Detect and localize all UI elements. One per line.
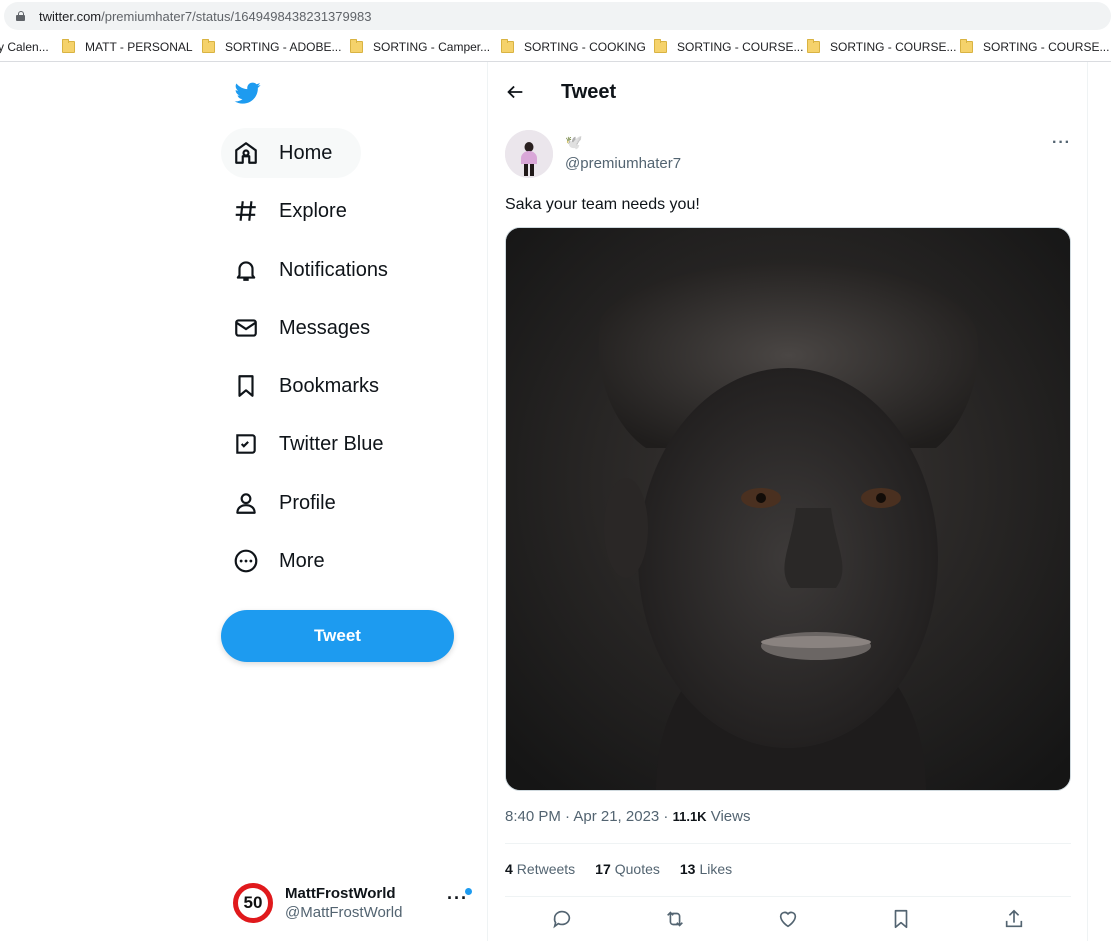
author-avatar[interactable] (505, 130, 553, 178)
tweet-stats: 4 Retweets 17 Quotes 13 Likes (505, 861, 752, 877)
tweet-timestamp[interactable]: 8:40 PM · Apr 21, 2023 · 11.1K Views (505, 808, 751, 825)
sidebar-item-more[interactable]: More (221, 536, 339, 586)
account-handle: @MattFrostWorld (285, 904, 403, 921)
like-icon[interactable] (777, 908, 799, 930)
tweet-actions (505, 908, 1071, 932)
home-icon (233, 140, 259, 166)
reply-icon[interactable] (551, 908, 573, 930)
folder-icon (62, 39, 75, 53)
bookmark-icon (233, 373, 259, 399)
sidebar-item-label: Twitter Blue (279, 432, 384, 455)
url-text[interactable]: twitter.com/premiumhater7/status/1649498… (39, 9, 371, 24)
sidebar-item-bookmarks[interactable]: Bookmarks (221, 361, 393, 411)
more-circle-icon (233, 548, 259, 574)
sidebar-nav: Home Explore Notifications Messages Book… (221, 62, 487, 941)
divider (505, 896, 1071, 897)
person-icon (233, 490, 259, 516)
author-handle[interactable]: @premiumhater7 (565, 155, 681, 172)
sidebar-item-home[interactable]: Home (221, 128, 361, 178)
notification-dot (465, 888, 472, 895)
envelope-icon (233, 315, 259, 341)
folder-icon (960, 39, 973, 53)
twitter-logo-icon[interactable] (233, 80, 263, 106)
sidebar-item-twitter-blue[interactable]: Twitter Blue (221, 419, 397, 469)
folder-icon (807, 39, 820, 53)
likes-stat[interactable]: 13 Likes (680, 861, 732, 877)
column-divider (1087, 62, 1088, 941)
bookmark-folder[interactable]: SORTING - Camper... (350, 39, 490, 54)
lock-icon[interactable] (16, 11, 25, 21)
bookmark-folder[interactable]: SORTING - COURSE... (807, 39, 956, 54)
sidebar-item-profile[interactable]: Profile (221, 478, 350, 528)
address-bar[interactable]: twitter.com/premiumhater7/status/1649498… (4, 2, 1111, 30)
bookmarks-bar: y Calen... MATT - PERSONAL SORTING - ADO… (0, 32, 1111, 62)
bookmark-folder[interactable]: SORTING - COURSE... (654, 39, 803, 54)
account-switcher[interactable]: 50 MattFrostWorld @MattFrostWorld ··· (233, 878, 473, 928)
tweet-button[interactable]: Tweet (221, 610, 454, 662)
bookmark-icon[interactable] (890, 908, 912, 930)
bookmark-folder[interactable]: SORTING - COOKING (501, 39, 646, 54)
display-name[interactable]: 🕊️ (565, 134, 582, 151)
sidebar-item-label: Home (279, 141, 333, 164)
sidebar-item-explore[interactable]: Explore (221, 186, 361, 236)
sidebar-item-label: Messages (279, 316, 371, 339)
retweets-stat[interactable]: 4 Retweets (505, 861, 575, 877)
retweet-icon[interactable] (664, 908, 686, 930)
folder-icon (350, 39, 363, 53)
browser-url-bar: twitter.com/premiumhater7/status/1649498… (0, 0, 1111, 32)
page-title: Tweet (561, 81, 617, 103)
hashtag-icon (233, 198, 259, 224)
sidebar-item-label: Bookmarks (279, 374, 380, 397)
tweet-image[interactable] (505, 227, 1071, 791)
bookmark-folder[interactable]: MATT - PERSONAL (62, 39, 193, 54)
back-arrow-icon[interactable] (504, 81, 526, 103)
account-name: MattFrostWorld (285, 885, 396, 902)
share-icon[interactable] (1003, 908, 1025, 930)
sidebar-item-label: Profile (279, 491, 336, 514)
bell-icon (233, 257, 259, 283)
tweet-detail: Tweet 🕊️ @premiumhater7 ··· Saka your te… (488, 62, 1087, 941)
sidebar-item-messages[interactable]: Messages (221, 303, 384, 353)
bookmark-folder[interactable]: SORTING - ADOBE... (202, 39, 341, 54)
avatar: 50 (233, 883, 273, 923)
bookmark-folder[interactable]: SORTING - COURSE... (960, 39, 1109, 54)
quotes-stat[interactable]: 17 Quotes (595, 861, 660, 877)
folder-icon (501, 39, 514, 53)
bookmark-item[interactable]: y Calen... (0, 40, 49, 54)
tweet-header: Tweet (488, 62, 1087, 120)
twitter-blue-icon (233, 431, 259, 457)
sidebar-item-label: More (279, 549, 325, 572)
more-options-icon[interactable]: ··· (1052, 134, 1071, 152)
folder-icon (202, 39, 215, 53)
sidebar-item-label: Notifications (279, 258, 388, 281)
folder-icon (654, 39, 667, 53)
sidebar-item-label: Explore (279, 199, 347, 222)
sidebar-item-notifications[interactable]: Notifications (221, 245, 402, 295)
divider (505, 843, 1071, 844)
tweet-text: Saka your team needs you! (505, 196, 700, 213)
